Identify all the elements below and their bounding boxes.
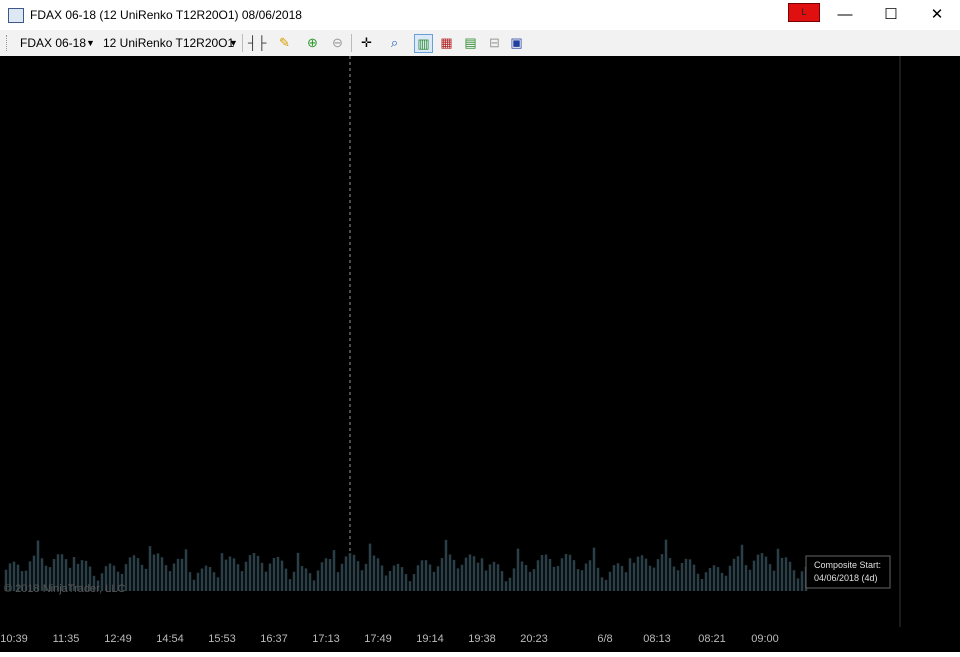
time-axis-label: 19:14 xyxy=(416,633,444,645)
time-axis-label: 17:49 xyxy=(364,633,392,645)
chart-window-icon xyxy=(8,8,24,23)
chevron-down-icon[interactable]: ▼ xyxy=(229,38,238,48)
minimize-button[interactable]: — xyxy=(822,0,868,30)
time-axis-label: 12:49 xyxy=(104,633,132,645)
bar-style-icon[interactable]: ┤├ xyxy=(248,34,266,51)
composite-line2: 04/06/2018 (4d) xyxy=(814,573,878,583)
time-axis-label: 15:53 xyxy=(208,633,236,645)
time-axis-label: 17:13 xyxy=(312,633,340,645)
properties-icon[interactable]: ▣ xyxy=(508,34,525,51)
alert-button[interactable]: L xyxy=(788,3,820,22)
title-bar: FDAX 06-18 (12 UniRenko T12R20O1) 08/06/… xyxy=(0,0,960,30)
zoom-in-icon[interactable]: ⊕ xyxy=(304,34,321,51)
time-axis-label: 16:37 xyxy=(260,633,288,645)
instrument-selector[interactable]: FDAX 06-18 xyxy=(20,36,86,50)
chart-alert-icon[interactable]: ⊟ xyxy=(486,34,503,51)
window-title: FDAX 06-18 (12 UniRenko T12R20O1) 08/06/… xyxy=(30,8,302,22)
close-button[interactable]: ✕ xyxy=(914,0,960,30)
data-box-icon[interactable]: ⌕ xyxy=(386,34,403,51)
maximize-button[interactable]: ☐ xyxy=(868,0,914,30)
time-axis: 10:39 11:35 12:49 14:54 15:53 16:37 17:13 17:49… xyxy=(0,633,779,645)
price-chart[interactable]: 44t56t128t80t152t152t388t140t164t88t44t1… xyxy=(0,56,960,627)
time-axis-label: 09:00 xyxy=(751,633,779,645)
time-axis-bar: 10:39 11:35 12:49 14:54 15:53 16:37 17:13 17:49… xyxy=(0,627,960,652)
time-axis-label: 11:35 xyxy=(53,633,80,645)
crosshair-icon[interactable]: ✛ xyxy=(358,34,375,51)
time-axis-label: 10:39 xyxy=(0,633,28,645)
composite-line1: Composite Start: xyxy=(814,560,881,570)
toolbar-grip[interactable] xyxy=(6,35,10,51)
bar-type-selector[interactable]: 12 UniRenko T12R20O1 xyxy=(103,36,234,50)
toolbar-separator xyxy=(351,34,352,52)
chart-trader-icon[interactable]: ▥ xyxy=(414,34,433,53)
chevron-down-icon[interactable]: ▼ xyxy=(86,38,95,48)
time-axis-label: 14:54 xyxy=(156,633,184,645)
time-axis-label: 6/8 xyxy=(597,633,612,645)
toolbar-separator xyxy=(242,34,243,52)
time-axis-label: 20:23 xyxy=(520,633,548,645)
chart-canvas[interactable]: 44t56t128t80t152t152t388t140t164t88t44t1… xyxy=(0,56,960,627)
chart-toolbar: FDAX 06-18 ▼ 12 UniRenko T12R20O1 ▼ ┤├ ✎… xyxy=(0,30,960,57)
time-axis-label: 08:13 xyxy=(643,633,671,645)
drawing-tool-icon[interactable]: ✎ xyxy=(276,34,293,51)
time-axis-label: 19:38 xyxy=(468,633,496,645)
volume-histogram xyxy=(4,539,808,591)
indicators-icon[interactable]: ▦ xyxy=(438,34,455,51)
watermark: © 2018 NinjaTrader, LLC xyxy=(4,583,125,595)
zoom-out-icon[interactable]: ⊖ xyxy=(329,34,346,51)
time-axis-label: 08:21 xyxy=(698,633,726,645)
strategies-icon[interactable]: ▤ xyxy=(462,34,479,51)
